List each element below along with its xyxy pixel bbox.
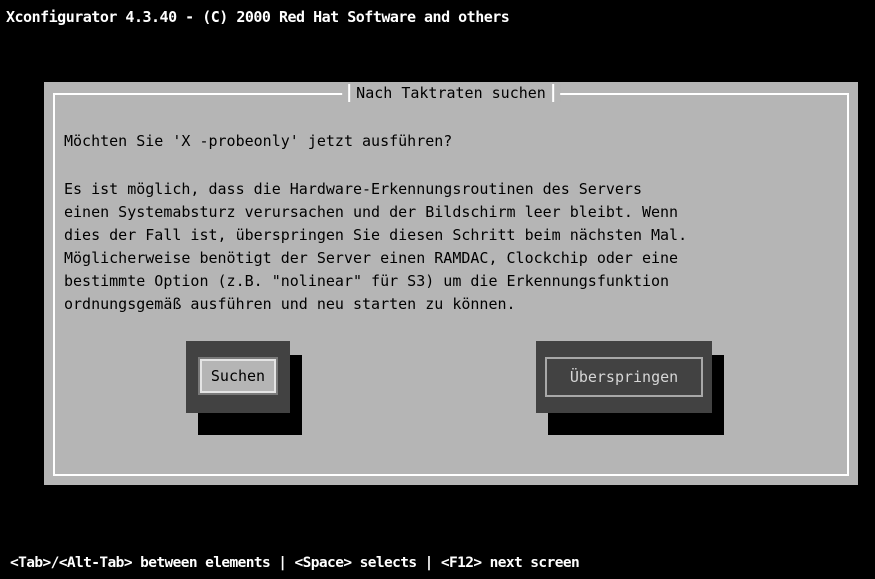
probe-button-label[interactable]: Suchen <box>198 357 278 395</box>
body-line: Es ist möglich, dass die Hardware-Erkenn… <box>64 180 642 198</box>
dialog-title-text: Nach Taktraten suchen <box>356 84 546 102</box>
keyboard-help-bar: <Tab>/<Alt-Tab> between elements | <Spac… <box>10 555 580 571</box>
body-line: bestimmte Option (z.B. "nolinear" für S3… <box>64 272 670 290</box>
title-divider-left <box>348 84 351 102</box>
skip-button-label[interactable]: Überspringen <box>545 357 703 397</box>
window-title: Xconfigurator 4.3.40 - (C) 2000 Red Hat … <box>6 8 510 26</box>
body-line: einen Systemabsturz verursachen und der … <box>64 203 679 221</box>
probe-button[interactable]: Suchen <box>186 341 290 413</box>
body-line: ordnungsgemäß ausführen und neu starten … <box>64 295 516 313</box>
probe-clocks-dialog: Nach Taktraten suchen Möchten Sie 'X -pr… <box>44 82 858 485</box>
dialog-title: Nach Taktraten suchen <box>342 84 560 102</box>
skip-button[interactable]: Überspringen <box>536 341 712 413</box>
title-divider-right <box>551 84 554 102</box>
body-line: Möglicherweise benötigt der Server einen… <box>64 249 679 267</box>
body-line: dies der Fall ist, überspringen Sie dies… <box>64 226 688 244</box>
dialog-question: Möchten Sie 'X -probeonly' jetzt ausführ… <box>64 132 453 150</box>
dialog-body-text: Es ist möglich, dass die Hardware-Erkenn… <box>64 178 687 316</box>
